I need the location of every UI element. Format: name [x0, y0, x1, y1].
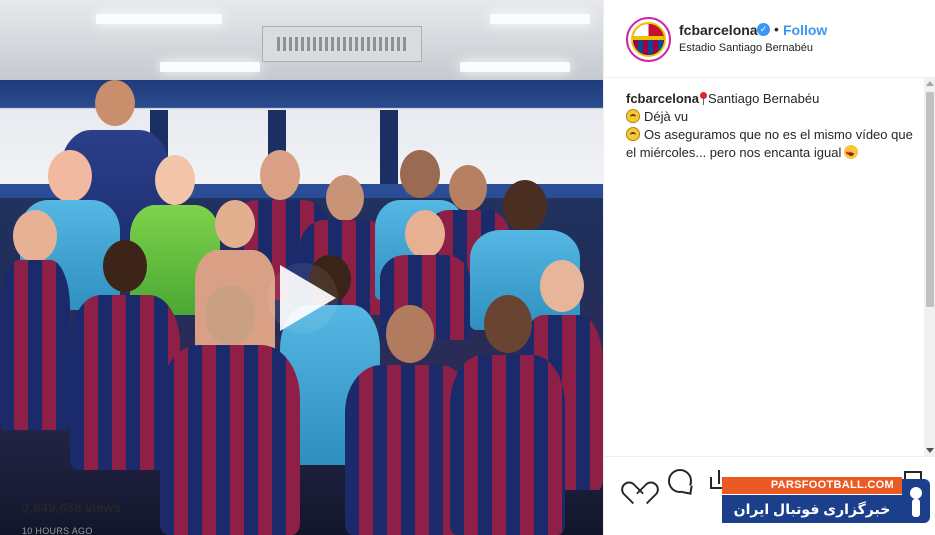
watermark-site: PARSFOOTBALL.COM — [722, 477, 902, 494]
watermark: PARSFOOTBALL.COM خبرگزاری فوتبال ایران — [722, 477, 930, 525]
verified-icon: ✓ — [757, 23, 770, 36]
avatar[interactable] — [626, 17, 671, 62]
caption-text: Déjà vu — [644, 109, 689, 124]
post-video[interactable] — [0, 0, 603, 535]
view-count-label: views — [85, 500, 121, 515]
pin-icon — [699, 92, 708, 105]
ceiling-light — [490, 14, 590, 24]
post-caption: fcbarcelona Santiago Bernabéu Déjà vu Os … — [626, 90, 916, 163]
air-vent — [262, 26, 422, 62]
player — [450, 295, 565, 535]
watermark-logo-icon — [902, 479, 930, 523]
separator-dot: • — [774, 21, 779, 37]
username[interactable]: fcbarcelona — [679, 22, 758, 38]
view-count-number: 3,849,638 — [22, 500, 82, 515]
scrollbar[interactable] — [924, 78, 935, 456]
post-side-panel: fcbarcelona ✓ • Follow Estadio Santiago … — [603, 0, 935, 535]
person-raising-hands-emoji — [626, 127, 640, 141]
comment-icon[interactable] — [668, 469, 692, 493]
scroll-down-arrow-icon[interactable] — [926, 448, 934, 453]
ceiling-light — [160, 62, 260, 72]
caption-username[interactable]: fcbarcelona — [626, 91, 699, 106]
heart-icon[interactable] — [626, 469, 650, 493]
person-raising-hands-emoji — [626, 109, 640, 123]
view-count[interactable]: 3,849,638 views — [22, 500, 121, 515]
post-timestamp[interactable]: 10 HOURS AGO — [22, 526, 93, 535]
ceiling-light — [460, 62, 570, 72]
caption-location-text: Santiago Bernabéu — [707, 91, 820, 106]
scroll-up-arrow-icon[interactable] — [926, 81, 934, 86]
ceiling-light — [96, 14, 222, 24]
player — [0, 210, 70, 430]
watermark-tagline: خبرگزاری فوتبال ایران — [722, 495, 902, 523]
post-header: fcbarcelona ✓ • Follow Estadio Santiago … — [604, 0, 935, 78]
fc-barcelona-crest — [631, 22, 666, 57]
follow-button[interactable]: Follow — [783, 22, 827, 38]
caption-line-1: fcbarcelona Santiago Bernabéu — [626, 90, 916, 108]
play-icon[interactable] — [268, 263, 338, 333]
caption-text: Os aseguramos que no es el mismo vídeo q… — [626, 127, 913, 160]
ceiling — [0, 0, 603, 80]
location-link[interactable]: Estadio Santiago Bernabéu — [679, 42, 813, 54]
heart-eyes-emoji — [844, 145, 859, 163]
caption-line-3: Os aseguramos que no es el mismo vídeo q… — [626, 126, 916, 163]
caption-line-2: Déjà vu — [626, 108, 916, 126]
scrollbar-thumb[interactable] — [926, 92, 934, 307]
